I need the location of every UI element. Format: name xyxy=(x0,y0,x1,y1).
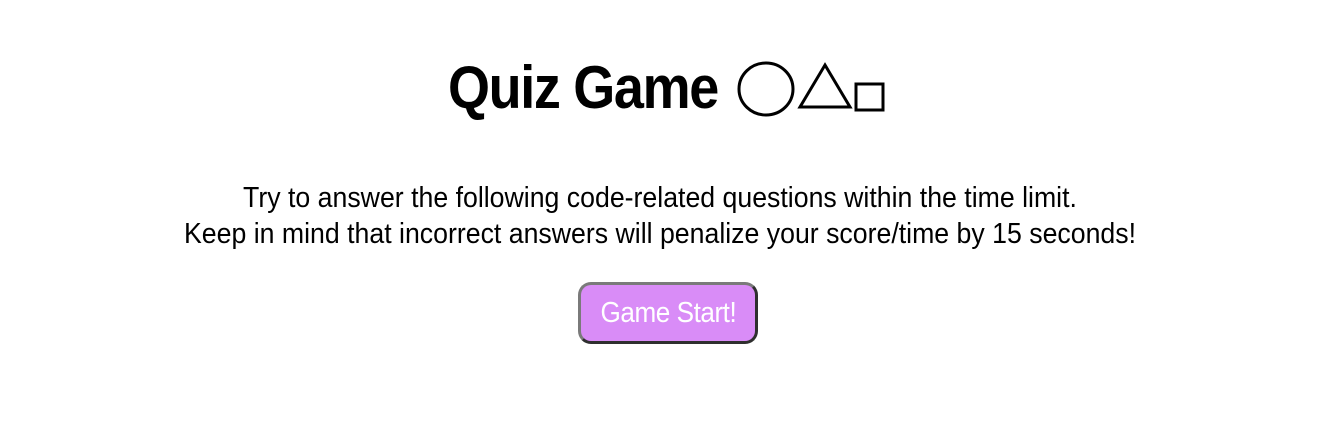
title-shapes xyxy=(737,60,887,118)
instructions: Try to answer the following code-related… xyxy=(53,180,1267,252)
page-title: Quiz Game xyxy=(448,54,719,121)
instructions-line-1: Try to answer the following code-related… xyxy=(243,182,1077,214)
quiz-start-page: Quiz Game Try to answer the following co… xyxy=(0,0,1320,444)
circle-outline-icon xyxy=(737,61,795,117)
square-outline-icon xyxy=(854,82,885,112)
title-row: Quiz Game xyxy=(0,48,1320,118)
start-button-container: Game Start! xyxy=(0,282,1320,344)
game-start-button-label: Game Start! xyxy=(600,296,736,329)
game-start-button[interactable]: Game Start! xyxy=(578,282,758,344)
instructions-line-2: Keep in mind that incorrect answers will… xyxy=(183,218,1137,250)
triangle-outline-icon xyxy=(797,62,853,109)
